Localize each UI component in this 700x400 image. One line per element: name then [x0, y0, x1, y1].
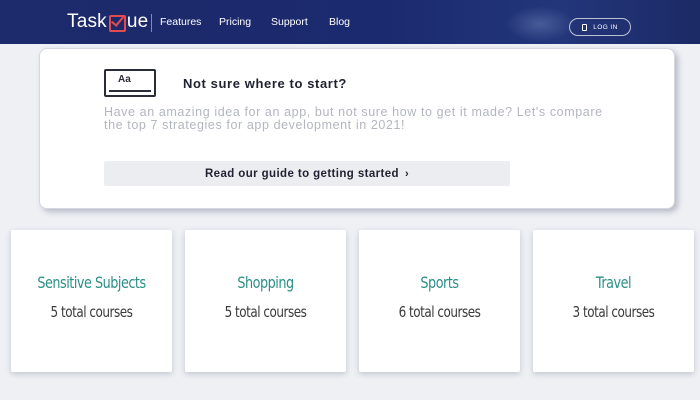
nav-link-pricing[interactable]: Pricing — [219, 16, 251, 28]
login-button[interactable]: LOG IN — [569, 18, 631, 36]
logo-text-ue: ue — [126, 11, 149, 32]
typography-icon-underline — [109, 90, 151, 92]
read-guide-button[interactable]: Read our guide to getting started › — [104, 161, 510, 186]
category-course-count: 5 total courses — [50, 303, 133, 321]
category-name: Travel — [595, 273, 632, 292]
category-name: Sensitive Subjects — [37, 273, 146, 292]
nav-link-support[interactable]: Support — [271, 16, 308, 28]
category-course-count: 5 total courses — [224, 303, 307, 321]
guide-title: Not sure where to start? — [183, 76, 347, 91]
chevron-right-icon: › — [404, 167, 410, 180]
typography-icon: Aa — [104, 69, 156, 97]
category-card-travel[interactable]: Travel 3 total courses — [533, 230, 694, 372]
read-guide-label: Read our guide to getting started — [204, 167, 399, 180]
category-course-count: 6 total courses — [398, 303, 481, 321]
nav-glow — [505, 6, 575, 42]
login-icon — [582, 23, 588, 31]
category-name: Sports — [420, 273, 459, 292]
login-label: LOG IN — [593, 23, 618, 31]
nav-link-blog[interactable]: Blog — [329, 16, 350, 28]
guide-description: Have an amazing idea for an app, but not… — [104, 105, 603, 132]
nav-divider — [151, 14, 152, 32]
category-name: Shopping — [237, 273, 294, 292]
logo-check-icon — [108, 14, 126, 32]
category-card-sports[interactable]: Sports 6 total courses — [359, 230, 520, 372]
category-card-sensitive-subjects[interactable]: Sensitive Subjects 5 total courses — [11, 230, 172, 372]
logo[interactable]: Task ue — [67, 10, 148, 34]
category-course-count: 3 total courses — [572, 303, 655, 321]
typography-icon-label: Aa — [118, 74, 131, 85]
logo-text-task: Task — [67, 11, 107, 32]
nav-link-features[interactable]: Features — [160, 16, 201, 28]
top-nav: Task ue Features Pricing Support Blog LO… — [0, 0, 700, 44]
category-card-shopping[interactable]: Shopping 5 total courses — [185, 230, 346, 372]
